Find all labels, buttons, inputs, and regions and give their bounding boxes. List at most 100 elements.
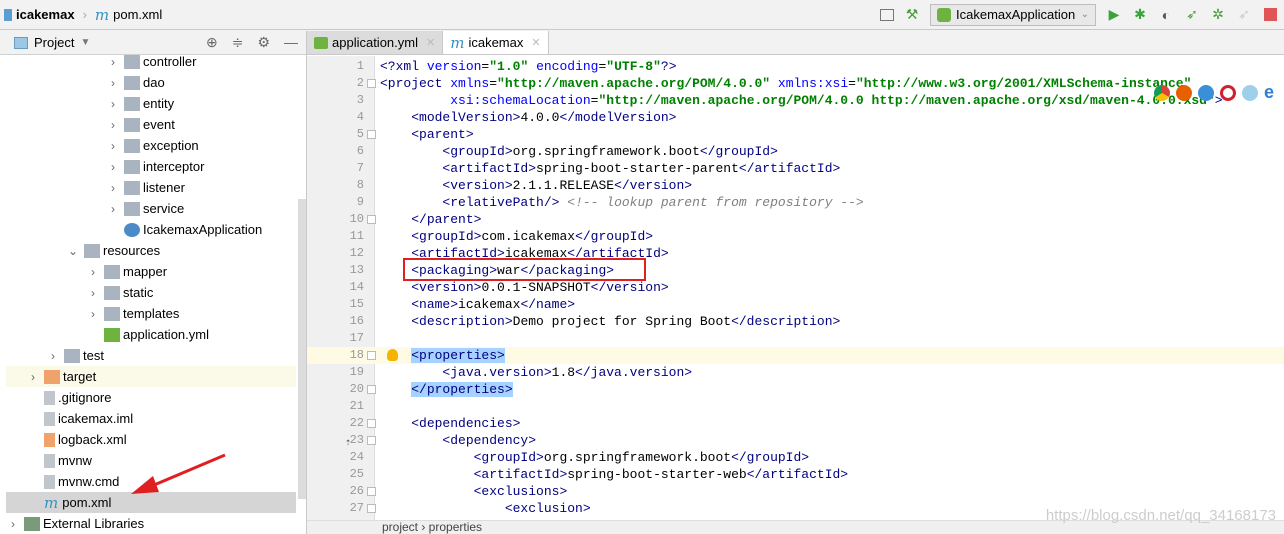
expand-arrow-icon[interactable]: ›: [106, 76, 120, 90]
fold-marker-icon[interactable]: [367, 385, 376, 394]
crumb-file[interactable]: pom.xml: [113, 7, 162, 22]
locate-icon[interactable]: ⊕: [206, 34, 218, 51]
expand-arrow-icon[interactable]: ›: [106, 97, 120, 111]
code-line[interactable]: 10 </parent>: [307, 211, 1284, 228]
code-line[interactable]: 5 <parent>: [307, 126, 1284, 143]
tree-item[interactable]: .gitignore: [6, 387, 296, 408]
close-icon[interactable]: ✕: [426, 36, 435, 49]
expand-arrow-icon[interactable]: ›: [26, 370, 40, 384]
expand-arrow-icon[interactable]: ›: [106, 118, 120, 132]
opera-icon[interactable]: [1220, 85, 1236, 101]
tree-item[interactable]: › templates: [6, 303, 296, 324]
fold-marker-icon[interactable]: [367, 351, 376, 360]
fold-marker-icon[interactable]: [367, 130, 376, 139]
code-line[interactable]: 11 <groupId>com.icakemax</groupId>: [307, 228, 1284, 245]
tree-item[interactable]: › static: [6, 282, 296, 303]
fold-marker-icon[interactable]: [367, 504, 376, 513]
expand-arrow-icon[interactable]: ›: [86, 307, 100, 321]
tree-item[interactable]: › controller: [6, 51, 296, 72]
debug-icon[interactable]: ✱: [1132, 6, 1148, 23]
code-token: <groupId>: [411, 229, 482, 244]
code-line[interactable]: 25 <artifactId>spring-boot-starter-web</…: [307, 466, 1284, 483]
fold-marker-icon[interactable]: [367, 487, 376, 496]
scrollbar[interactable]: [298, 199, 306, 499]
tab-application-yml[interactable]: application.yml ✕: [307, 31, 444, 54]
code-line[interactable]: 24 <groupId>org.springframework.boot</gr…: [307, 449, 1284, 466]
fold-marker-icon[interactable]: [367, 79, 376, 88]
code-line[interactable]: 2 <project xmlns="http://maven.apache.org…: [307, 75, 1284, 92]
close-icon[interactable]: ✕: [531, 36, 540, 49]
code-line[interactable]: 7 <artifactId>spring-boot-starter-parent…: [307, 160, 1284, 177]
code-line[interactable]: 4 <modelVersion>4.0.0</modelVersion>: [307, 109, 1284, 126]
crumb-project[interactable]: icakemax: [16, 7, 75, 22]
tree-item[interactable]: › target: [6, 366, 296, 387]
expand-arrow-icon[interactable]: ›: [6, 517, 20, 531]
stop-icon[interactable]: [1262, 7, 1278, 23]
expand-arrow-icon[interactable]: ›: [86, 265, 100, 279]
code-token: <groupId>: [473, 450, 544, 465]
tree-item[interactable]: › listener: [6, 177, 296, 198]
tree-item[interactable]: icakemax.iml: [6, 408, 296, 429]
fold-marker-icon[interactable]: [367, 215, 376, 224]
tree-item[interactable]: › interceptor: [6, 156, 296, 177]
tree-item[interactable]: › test: [6, 345, 296, 366]
line-number: 10: [349, 212, 364, 226]
ie-icon[interactable]: [1242, 85, 1258, 101]
coverage-icon[interactable]: ◐: [1158, 7, 1174, 23]
code-token: </modelVersion>: [559, 110, 677, 125]
expand-arrow-icon[interactable]: ⌄: [66, 244, 80, 258]
safari-icon[interactable]: [1198, 85, 1214, 101]
code-line[interactable]: 14 <version>0.0.1-SNAPSHOT</version>: [307, 279, 1284, 296]
tab-icakemax[interactable]: m icakemax ✕: [443, 31, 549, 54]
code-line[interactable]: 19 <java.version>1.8</java.version>: [307, 364, 1284, 381]
gear-icon[interactable]: ⚙: [257, 34, 270, 51]
collapse-all-icon[interactable]: ≑: [232, 34, 244, 51]
tree-item[interactable]: › service: [6, 198, 296, 219]
build-hammer-icon[interactable]: ⚒: [904, 6, 920, 23]
tree-item[interactable]: › mapper: [6, 261, 296, 282]
code-line[interactable]: 8 <version>2.1.1.RELEASE</version>: [307, 177, 1284, 194]
jrebel-debug-icon[interactable]: ✲: [1210, 6, 1226, 23]
code-line[interactable]: 15 <name>icakemax</name>: [307, 296, 1284, 313]
fold-marker-icon[interactable]: [367, 436, 376, 445]
expand-arrow-icon[interactable]: ›: [106, 139, 120, 153]
chevron-down-icon[interactable]: ▼: [80, 37, 90, 48]
tree-item[interactable]: › dao: [6, 72, 296, 93]
tree-item[interactable]: › entity: [6, 93, 296, 114]
expand-arrow-icon[interactable]: ›: [106, 181, 120, 195]
code-line[interactable]: 9 <relativePath/> <!-- lookup parent fro…: [307, 194, 1284, 211]
edge-icon[interactable]: e: [1264, 83, 1280, 101]
jrebel-run-icon[interactable]: ➶: [1184, 6, 1200, 23]
code-line[interactable]: 22 <dependencies>: [307, 415, 1284, 432]
tree-item[interactable]: logback.xml: [6, 429, 296, 450]
code-line[interactable]: 18 <properties>: [307, 347, 1284, 364]
tree-item[interactable]: IcakemaxApplication: [6, 219, 296, 240]
minimize-icon[interactable]: —: [284, 34, 298, 51]
tree-item[interactable]: ⌄ resources: [6, 240, 296, 261]
run-icon[interactable]: ▶: [1106, 6, 1122, 23]
tree-item[interactable]: application.yml: [6, 324, 296, 345]
tree-item[interactable]: › event: [6, 114, 296, 135]
project-view-select[interactable]: Project: [34, 35, 74, 50]
expand-arrow-icon[interactable]: ›: [86, 286, 100, 300]
tree-item[interactable]: › External Libraries: [6, 513, 296, 534]
code-line[interactable]: 17: [307, 330, 1284, 347]
code-line[interactable]: 26 <exclusions>: [307, 483, 1284, 500]
fold-marker-icon[interactable]: [367, 419, 376, 428]
code-line[interactable]: 3 xsi:schemaLocation="http://maven.apach…: [307, 92, 1284, 109]
expand-arrow-icon[interactable]: ›: [106, 55, 120, 69]
code-line[interactable]: 16 <description>Demo project for Spring …: [307, 313, 1284, 330]
expand-arrow-icon[interactable]: ›: [106, 202, 120, 216]
code-line[interactable]: 21: [307, 398, 1284, 415]
code-line[interactable]: 6 <groupId>org.springframework.boot</gro…: [307, 143, 1284, 160]
code-line[interactable]: 20 </properties>: [307, 381, 1284, 398]
chrome-icon[interactable]: [1154, 85, 1170, 101]
firefox-icon[interactable]: [1176, 85, 1192, 101]
tree-item[interactable]: › exception: [6, 135, 296, 156]
code-line[interactable]: 1 <?xml version="1.0" encoding="UTF-8"?>: [307, 58, 1284, 75]
code-line[interactable]: 23 ⇡ <dependency>: [307, 432, 1284, 449]
layout-icon[interactable]: [880, 8, 894, 21]
expand-arrow-icon[interactable]: ›: [46, 349, 60, 363]
run-configuration-select[interactable]: IcakemaxApplication ⌄: [930, 3, 1096, 26]
expand-arrow-icon[interactable]: ›: [106, 160, 120, 174]
